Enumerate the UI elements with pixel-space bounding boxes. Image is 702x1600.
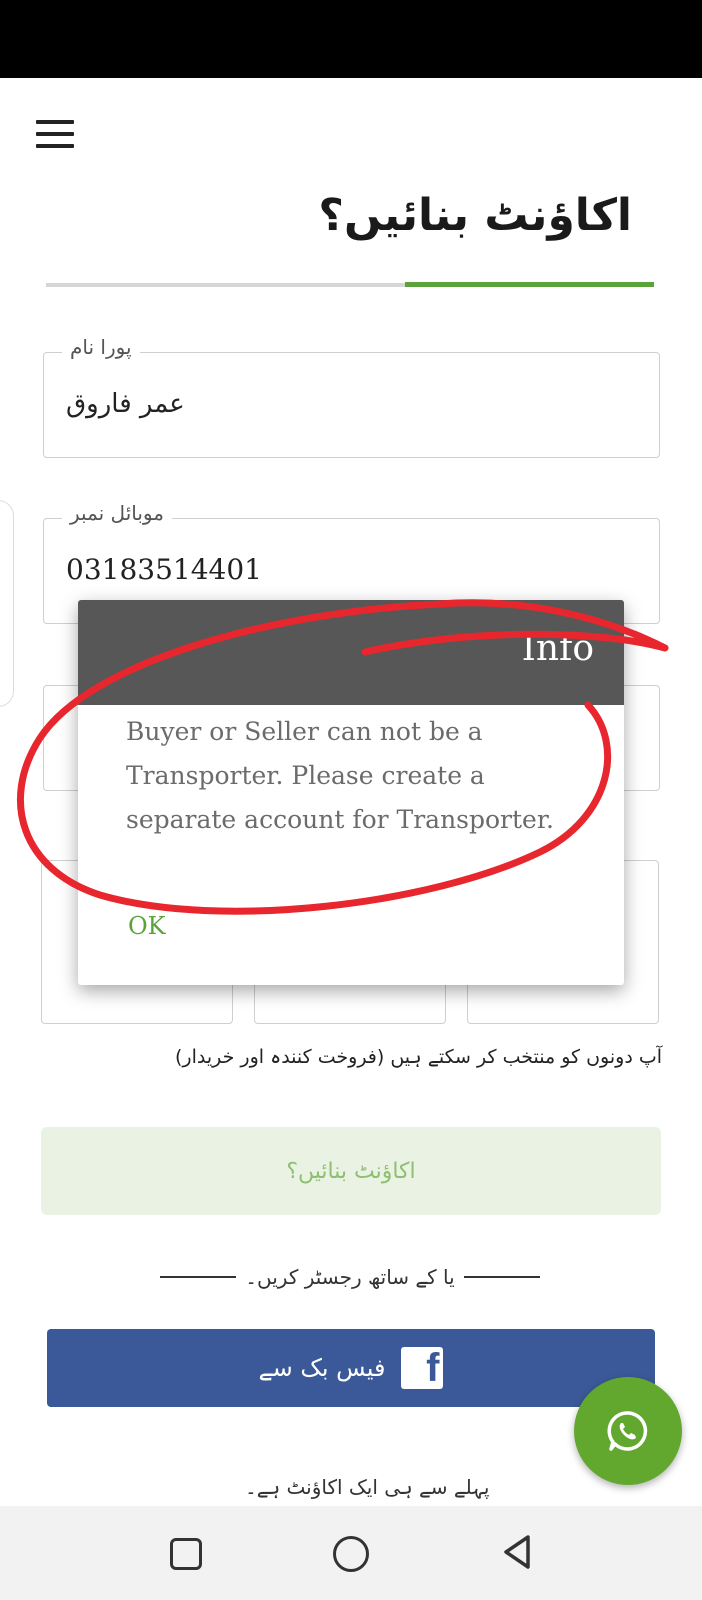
- divider-text: یا کے ساتھ رجسٹر کریں۔: [245, 1265, 455, 1289]
- hamburger-menu-icon[interactable]: [36, 120, 74, 148]
- mobile-number-label: موبائل نمبر: [62, 501, 172, 525]
- dialog-ok-button[interactable]: OK: [128, 912, 166, 940]
- progress-bar: [46, 282, 654, 287]
- status-bar: [0, 0, 702, 78]
- page-title: اکاؤنٹ بنائیں؟: [318, 190, 632, 241]
- side-drawer-handle[interactable]: [0, 500, 14, 707]
- register-divider: یا کے ساتھ رجسٹر کریں۔: [160, 1262, 540, 1292]
- recent-apps-icon[interactable]: [170, 1538, 202, 1570]
- dialog-header: Info: [78, 600, 624, 705]
- dialog-message: Buyer or Seller can not be a Transporter…: [126, 717, 554, 834]
- home-icon[interactable]: [333, 1536, 369, 1572]
- create-account-button[interactable]: اکاؤنٹ بنائیں؟: [41, 1127, 661, 1215]
- role-hint-text: آپ دونوں کو منتخب کر سکتے ہیں (فروخت کنن…: [175, 1046, 662, 1068]
- facebook-button-label: فیس بک سے: [258, 1354, 386, 1382]
- full-name-field[interactable]: پورا نام عمر فاروق: [43, 335, 660, 458]
- info-dialog: Info Buyer or Seller can not be a Transp…: [78, 600, 624, 985]
- divider-line-left: [160, 1276, 236, 1278]
- progress-bar-fill: [404, 282, 654, 287]
- back-icon[interactable]: [500, 1533, 532, 1571]
- full-name-label: پورا نام: [62, 335, 140, 359]
- divider-line-right: [463, 1276, 540, 1278]
- facebook-login-button[interactable]: f فیس بک سے: [47, 1329, 655, 1407]
- already-have-account-link[interactable]: پہلے سے ہی ایک اکاؤنٹ ہے۔: [245, 1475, 490, 1499]
- full-name-value: عمر فاروق: [66, 389, 185, 419]
- dialog-title: Info: [521, 628, 594, 669]
- whatsapp-button[interactable]: [574, 1377, 682, 1485]
- whatsapp-icon: [607, 1411, 648, 1451]
- facebook-icon: f: [401, 1347, 444, 1389]
- mobile-number-value: 03183514401: [66, 553, 262, 586]
